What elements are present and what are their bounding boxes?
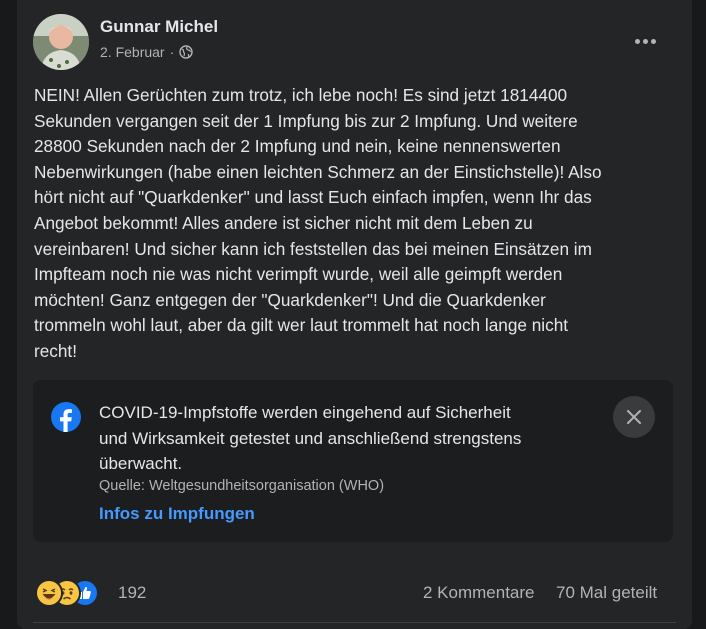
post-card: Gunnar Michel 2. Februar · NEIN! Allen G… <box>17 0 692 629</box>
facebook-icon <box>51 402 81 432</box>
info-source: Quelle: Weltgesundheitsorganisation (WHO… <box>99 478 385 494</box>
post-date[interactable]: 2. Februar <box>100 44 165 60</box>
covid-info-box: COVID-19-Impfstoffe werden eingehend auf… <box>33 380 673 542</box>
more-dot-icon <box>650 38 656 44</box>
post-footer: 192 2 Kommentare 70 Mal geteilt <box>17 575 692 611</box>
shares-count[interactable]: 70 Mal geteilt <box>556 583 657 603</box>
meta-separator: · <box>169 44 175 60</box>
avatar[interactable] <box>33 14 89 70</box>
post-text: NEIN! Allen Gerüchten zum trotz, ich leb… <box>34 85 602 361</box>
vaccine-info-link[interactable]: Infos zu Impfungen <box>99 504 255 524</box>
haha-icon <box>35 579 63 607</box>
reaction-icons[interactable] <box>35 579 110 607</box>
reaction-count[interactable]: 192 <box>118 583 146 603</box>
more-options-button[interactable] <box>626 22 664 60</box>
close-button[interactable] <box>613 396 655 438</box>
close-icon <box>627 410 641 424</box>
divider <box>33 622 676 623</box>
author-name[interactable]: Gunnar Michel <box>100 17 218 37</box>
more-dot-icon <box>642 38 648 44</box>
comments-count[interactable]: 2 Kommentare <box>423 583 535 603</box>
post-meta: 2. Februar · <box>100 44 193 60</box>
info-text: COVID-19-Impfstoffe werden eingehend auf… <box>99 403 522 473</box>
globe-icon <box>179 45 193 59</box>
more-dot-icon <box>634 38 640 44</box>
